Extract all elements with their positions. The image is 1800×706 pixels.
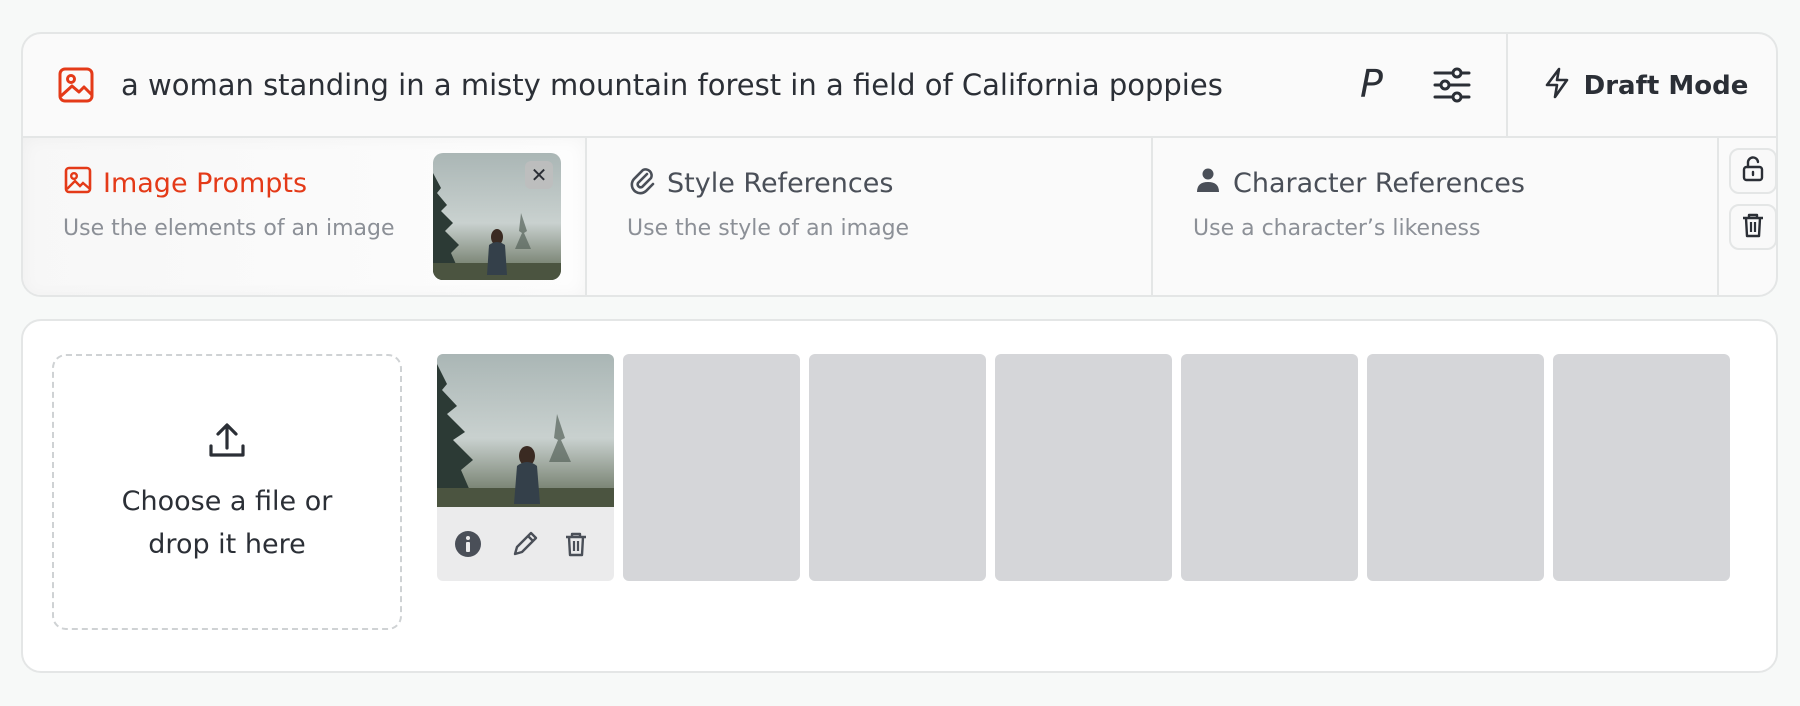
tab-label: Image Prompts: [103, 168, 308, 199]
dropzone-label: Choose a file or drop it here: [121, 486, 333, 560]
empty-image-slot[interactable]: [1181, 354, 1358, 581]
trash-icon[interactable]: [561, 529, 591, 559]
uploaded-image[interactable]: [437, 354, 614, 507]
image-icon: [63, 165, 93, 202]
image-prompt-thumbnail[interactable]: ✕: [433, 153, 561, 280]
empty-image-slot[interactable]: [809, 354, 986, 581]
tab-character-references[interactable]: Character References Use a character’s l…: [1153, 138, 1719, 295]
tab-label: Character References: [1233, 168, 1525, 199]
lightning-icon: [1540, 66, 1574, 107]
draft-mode-button[interactable]: Draft Mode: [1508, 34, 1776, 138]
info-icon[interactable]: [453, 529, 483, 559]
paperclip-icon: [627, 165, 657, 202]
delete-references-button[interactable]: [1729, 204, 1776, 250]
tab-subtitle: Use a character’s likeness: [1193, 216, 1481, 241]
uploaded-image-slot[interactable]: [437, 354, 614, 581]
empty-image-slot[interactable]: [1553, 354, 1730, 581]
remove-thumbnail-button[interactable]: ✕: [525, 161, 553, 189]
reference-tabs: Image Prompts Use the elements of an ima…: [23, 138, 1776, 295]
person-icon: [1193, 165, 1223, 202]
edit-pencil-icon[interactable]: [510, 529, 540, 559]
tab-subtitle: Use the elements of an image: [63, 216, 395, 241]
reference-side-tools: [1719, 138, 1776, 295]
draft-mode-label: Draft Mode: [1583, 71, 1749, 101]
tab-subtitle: Use the style of an image: [627, 216, 910, 241]
empty-image-slot[interactable]: [623, 354, 800, 581]
prompt-bar: a woman standing in a misty mountain for…: [23, 34, 1776, 138]
upload-panel: Choose a file or drop it here: [21, 319, 1778, 673]
file-dropzone[interactable]: Choose a file or drop it here: [52, 354, 402, 630]
upload-icon: [205, 418, 249, 480]
settings-sliders-icon[interactable]: [1431, 64, 1473, 106]
unlock-button[interactable]: [1729, 148, 1776, 194]
tab-image-prompts[interactable]: Image Prompts Use the elements of an ima…: [23, 138, 587, 295]
empty-image-slot[interactable]: [995, 354, 1172, 581]
trash-icon: [1739, 211, 1767, 243]
unlock-icon: [1739, 155, 1767, 187]
tab-label: Style References: [667, 168, 894, 199]
tab-character-references-title: Character References: [1193, 165, 1525, 202]
tab-style-references[interactable]: Style References Use the style of an ima…: [587, 138, 1153, 295]
image-icon[interactable]: [57, 66, 95, 104]
tab-image-prompts-title: Image Prompts: [63, 165, 307, 202]
prompt-input[interactable]: a woman standing in a misty mountain for…: [121, 66, 1223, 104]
empty-image-slot[interactable]: [1367, 354, 1544, 581]
slot-actions: [437, 507, 614, 581]
prompt-panel: a woman standing in a misty mountain for…: [21, 32, 1778, 297]
tab-style-references-title: Style References: [627, 165, 893, 202]
personalize-button[interactable]: P: [1360, 58, 1383, 110]
